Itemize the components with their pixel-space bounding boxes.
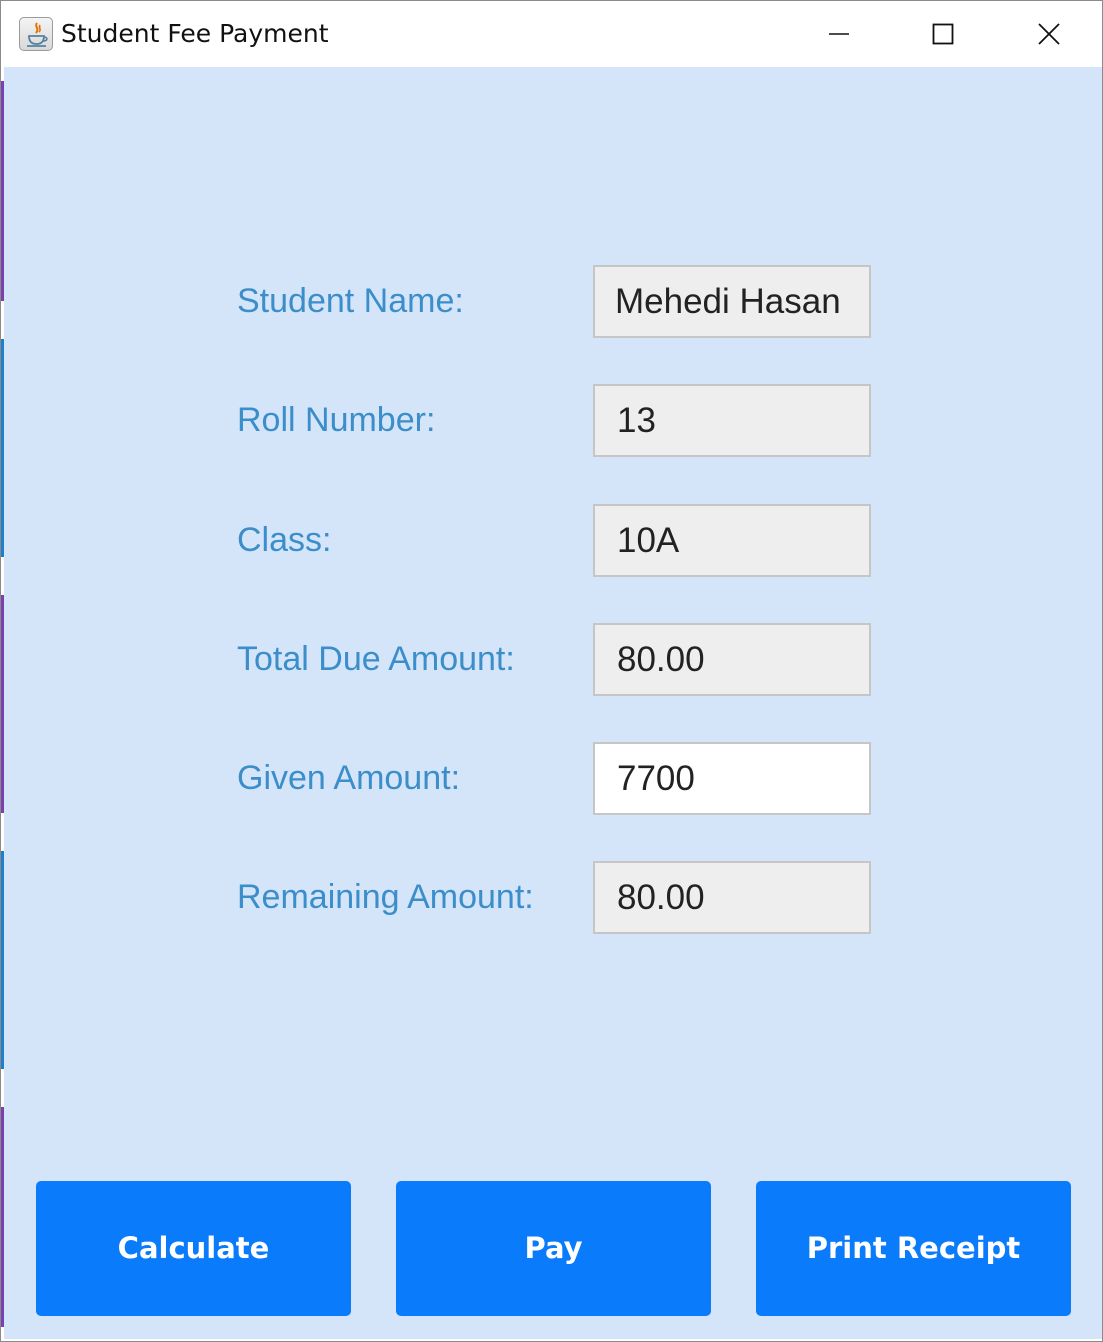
window-title: Student Fee Payment xyxy=(61,19,329,48)
remaining-amount-field[interactable]: 80.00 xyxy=(593,861,871,934)
roll-number-field[interactable]: 13 xyxy=(593,384,871,457)
pay-button[interactable]: Pay xyxy=(396,1181,711,1316)
given-amount-input[interactable]: 7700 xyxy=(593,742,871,815)
close-button[interactable] xyxy=(997,1,1101,67)
minimize-icon xyxy=(829,33,849,35)
roll-number-label: Roll Number: xyxy=(237,401,436,439)
class-label: Class: xyxy=(237,521,332,559)
student-name-label: Student Name: xyxy=(237,282,464,320)
app-window: Student Fee Payment Student Name: Mehedi… xyxy=(0,0,1103,1342)
close-icon xyxy=(1038,23,1060,45)
form-panel: Student Name: Mehedi Hasan Roll Number: … xyxy=(4,67,1102,1339)
student-name-field[interactable]: Mehedi Hasan xyxy=(593,265,871,338)
remaining-amount-label: Remaining Amount: xyxy=(237,878,534,916)
calculate-button[interactable]: Calculate xyxy=(36,1181,351,1316)
maximize-button[interactable] xyxy=(891,1,995,67)
given-amount-label: Given Amount: xyxy=(237,759,461,797)
java-cup-icon xyxy=(19,17,53,51)
minimize-button[interactable] xyxy=(787,1,891,67)
total-due-amount-field[interactable]: 80.00 xyxy=(593,623,871,696)
total-due-amount-label: Total Due Amount: xyxy=(237,640,515,678)
maximize-icon xyxy=(932,23,954,45)
title-bar[interactable]: Student Fee Payment xyxy=(1,1,1102,67)
print-receipt-button[interactable]: Print Receipt xyxy=(756,1181,1071,1316)
class-field[interactable]: 10A xyxy=(593,504,871,577)
